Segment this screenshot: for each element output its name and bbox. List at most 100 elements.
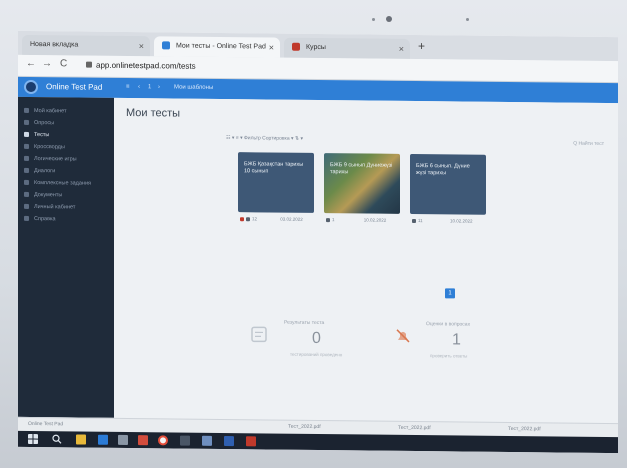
new-tab-button[interactable]: + — [418, 39, 425, 53]
pdf-icon[interactable] — [246, 436, 256, 447]
stat-value: 0 — [312, 329, 321, 348]
sidebar-item-tests[interactable]: Тесты — [24, 129, 49, 141]
view-toolbar[interactable]: ☷ ▾ ≡ ▾ Фильтр Сортировка ▾ ⇅ ▾ — [226, 135, 303, 142]
sidebar-item-crosswords[interactable]: Кроссворды — [24, 141, 65, 153]
sidebar-item-complex[interactable]: Комплексные задания — [24, 177, 91, 190]
chrome-icon[interactable] — [158, 435, 168, 446]
sidebar-item-label: Личный кабинет — [34, 204, 76, 211]
puzzle-icon — [24, 155, 29, 162]
test-card-count: 12 — [252, 216, 258, 222]
sensor-dot — [372, 18, 375, 21]
test-card[interactable]: БЖБ 6 сынып. Дүние жүзі тарихы — [410, 153, 486, 215]
search-input[interactable]: Q Найти тест — [573, 141, 604, 147]
grid-icon — [24, 143, 29, 150]
webcam-icon — [386, 16, 392, 22]
prev-button[interactable]: ‹ — [138, 84, 140, 90]
photos-icon[interactable] — [202, 435, 212, 446]
logo-icon — [24, 79, 38, 95]
sidebar-item-dialogs[interactable]: Диалоги — [24, 165, 55, 177]
help-icon — [24, 215, 29, 222]
sidebar-item-games[interactable]: Логические игры — [24, 153, 77, 166]
tab-courses[interactable]: Курсы × — [284, 37, 410, 59]
search-icon[interactable] — [52, 434, 62, 444]
sidebar-item-help[interactable]: Справка — [24, 213, 56, 225]
close-icon[interactable]: × — [399, 39, 404, 59]
forward-button[interactable]: → — [42, 58, 52, 69]
page-title: Мои тесты — [126, 106, 181, 120]
sensor-dot — [466, 18, 469, 21]
next-button[interactable]: › — [158, 84, 160, 90]
test-card-meta: 11 10.02.2022 — [412, 218, 472, 224]
test-card[interactable]: БЖБ Қазақстан тарихы 10 сынып — [238, 152, 314, 213]
status-icon — [240, 216, 244, 222]
stat-label: Результаты теста — [284, 319, 325, 327]
tab-new[interactable]: Новая вкладка × — [22, 34, 150, 57]
sidebar-item-label: Диалоги — [34, 168, 56, 175]
test-card-meta: 12 03.02.2022 — [240, 216, 303, 222]
download-item[interactable]: Тест_2022.pdf — [508, 426, 541, 432]
url-text: app.onlinetestpad.com/tests — [96, 60, 196, 71]
templates-link[interactable]: Мои шаблоны — [174, 84, 213, 90]
edge-icon[interactable] — [98, 434, 108, 445]
explorer-icon[interactable] — [118, 434, 128, 446]
reload-button[interactable]: C — [60, 58, 67, 69]
test-card-count: 1 — [332, 217, 335, 223]
home-icon — [24, 107, 29, 114]
stat-value: 1 — [452, 331, 461, 349]
download-item[interactable]: Тест_2022.pdf — [398, 425, 431, 431]
chat-icon — [24, 167, 29, 174]
favicon-icon — [292, 42, 300, 51]
sidebar-item-label: Кроссворды — [34, 144, 65, 151]
sidebar-item-label: Мой кабинет — [34, 108, 67, 115]
download-item[interactable]: Тест_2022.pdf — [288, 424, 321, 430]
media-icon[interactable] — [180, 435, 190, 446]
vpn-icon[interactable] — [224, 436, 234, 447]
windows-start-icon[interactable] — [28, 433, 38, 445]
test-card-date: 03.02.2022 — [280, 216, 303, 222]
bell-off-icon — [396, 329, 410, 343]
layers-icon — [24, 179, 29, 186]
close-icon[interactable]: × — [269, 37, 274, 57]
test-card[interactable]: БЖБ 9 сынып Дүниежүзі тарихы — [324, 153, 400, 214]
test-card-date: 10.02.2022 — [449, 218, 473, 224]
sidebar-item-label: Документы — [34, 192, 63, 199]
lock-icon — [86, 61, 92, 68]
results-icon — [251, 326, 267, 343]
menu-toggle-button[interactable]: ≡ — [126, 84, 130, 90]
user-icon — [24, 203, 29, 210]
stat-sub: тестирований проведено — [290, 351, 343, 358]
test-card-count: 11 — [418, 218, 423, 224]
stat-label: Оценки в вопросах — [426, 321, 471, 328]
sidebar: Мой кабинет Опросы Тесты Кроссворды Логи… — [18, 96, 114, 418]
sidebar-item-label: Опросы — [34, 120, 55, 127]
sidebar-item-cabinet[interactable]: Мой кабинет — [24, 105, 67, 117]
poll-icon — [24, 119, 29, 126]
users-icon — [412, 218, 416, 223]
download-item[interactable]: Online Test Pad — [28, 421, 63, 427]
favicon-icon — [162, 41, 170, 50]
stat-sub: проверить ответы — [430, 353, 468, 359]
test-card-title: БЖБ 6 сынып. Дүние жүзі тарихы — [416, 163, 470, 177]
tab-my-tests[interactable]: Мои тесты - Online Test Pad × — [154, 36, 280, 58]
close-icon[interactable]: × — [139, 36, 144, 56]
tab-label: Курсы — [305, 43, 326, 52]
sidebar-item-account[interactable]: Личный кабинет — [24, 201, 75, 214]
screen: Новая вкладка × Мои тесты - Online Test … — [18, 30, 618, 454]
page-indicator: 1 — [148, 84, 152, 91]
store-icon[interactable] — [76, 434, 86, 445]
users-icon — [246, 217, 250, 222]
sidebar-item-label: Логические игры — [34, 156, 77, 163]
test-card-title: БЖБ Қазақстан тарихы 10 сынып — [244, 161, 304, 175]
main-content: Мои тесты ☷ ▾ ≡ ▾ Фильтр Сортировка ▾ ⇅ … — [114, 97, 618, 424]
sidebar-item-label: Комплексные задания — [34, 180, 92, 187]
test-icon — [24, 131, 29, 138]
users-icon — [326, 217, 330, 222]
app-icon[interactable] — [138, 435, 148, 446]
sidebar-item-documents[interactable]: Документы — [24, 189, 62, 201]
laptop-bezel: Новая вкладка × Мои тесты - Online Test … — [0, 0, 627, 468]
url-field[interactable]: app.onlinetestpad.com/tests — [86, 61, 196, 71]
sidebar-item-polls[interactable]: Опросы — [24, 117, 54, 129]
test-card-meta: 1 10.02.2022 — [326, 217, 386, 223]
back-button[interactable]: ← — [26, 58, 36, 69]
pagination-page-1[interactable]: 1 — [445, 288, 455, 299]
